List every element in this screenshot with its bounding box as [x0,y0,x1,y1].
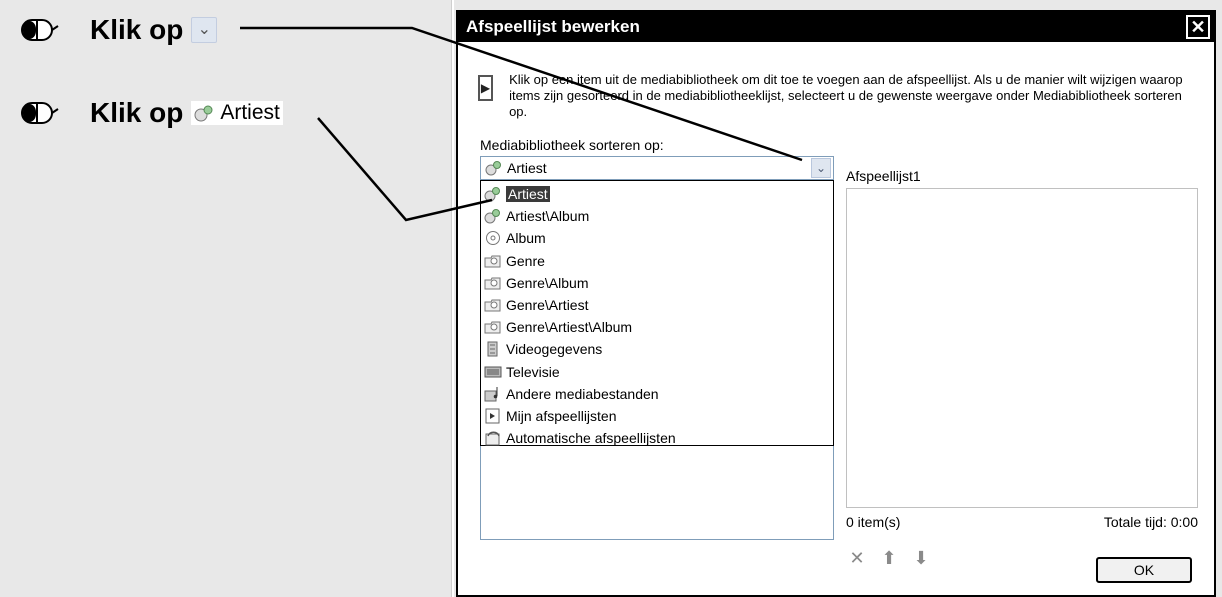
artist-icon [484,208,506,224]
dialog-body: ▶ Klik op een item uit de mediabibliothe… [458,42,1214,595]
instruction-step-2: Klik op Artiest [20,97,283,129]
genre-folder-icon [484,297,506,313]
sort-option-label: Videogegevens [506,341,603,358]
sort-option-label: Genre\Artiest\Album [506,319,633,336]
info-text: Klik op een item uit de mediabibliotheek… [509,72,1183,119]
sort-option[interactable]: Televisie [481,361,833,383]
sort-option-label: Andere mediabestanden [506,385,659,402]
inline-artist-label: Artiest [220,101,280,124]
sort-select-label: Artiest [507,160,547,176]
sort-option-label: Genre\Artiest [506,297,589,314]
sort-option-label: Genre\Album [506,274,589,291]
sort-select[interactable]: Artiest ⌄ [480,156,834,180]
sort-option-label: Genre [506,252,545,269]
sort-option[interactable]: Genre\Artiest\Album [481,316,833,338]
genre-folder-icon [484,275,506,291]
mouse-click-icon [21,19,59,41]
sort-option-label: Mijn afspeellijsten [506,407,617,424]
ok-button[interactable]: OK [1096,557,1192,583]
edit-playlist-dialog: Afspeellijst bewerken ✕ ▶ Klik op een it… [456,10,1216,597]
move-down-icon[interactable]: ⬇ [910,547,932,569]
instruction-panel: Klik op ⌄ Klik op Artiest [0,0,452,597]
playlist-icon [484,408,506,424]
media-files-icon [484,386,506,402]
sort-select-value: Artiest [481,160,811,176]
instruction-text: Klik op [90,14,184,45]
sort-option[interactable]: Genre\Artiest [481,294,833,316]
sort-option-label: Televisie [506,363,560,380]
remove-icon[interactable]: ✕ [846,547,868,569]
genre-folder-icon [484,253,506,269]
close-button[interactable]: ✕ [1186,15,1210,39]
sort-option[interactable]: Mijn afspeellijsten [481,405,833,427]
sort-option[interactable]: Album [481,227,833,249]
sort-option-label: Artiest [506,186,550,203]
instruction-text: Klik op [90,97,184,128]
inline-artist-item: Artiest [191,101,283,125]
playlist-tools: ✕ ⬆ ⬇ [846,547,932,569]
playlist-items[interactable] [846,188,1198,508]
panel-divider [451,0,454,597]
sort-option[interactable]: Videogegevens [481,338,833,360]
sort-options-list: Artiest Artiest\Album Album Genre Genre\Albu… [480,180,834,446]
library-list[interactable] [480,446,834,540]
sort-option[interactable]: Artiest [481,183,833,205]
play-info-icon: ▶ [478,75,494,101]
playlist-name: Afspeellijst1 [846,168,921,184]
sort-option-label: Automatische afspeellijsten [506,430,676,447]
genre-folder-icon [484,319,506,335]
cd-icon [484,230,506,246]
sort-option[interactable]: Andere mediabestanden [481,383,833,405]
info-section: ▶ Klik op een item uit de mediabibliothe… [478,72,1200,120]
mouse-click-icon [21,102,59,124]
move-up-icon[interactable]: ⬆ [878,547,900,569]
chevron-down-icon[interactable]: ⌄ [811,158,831,178]
inline-dropdown-arrow-icon: ⌄ [191,17,218,43]
artist-icon [484,186,506,202]
sort-option-label: Artiest\Album [506,208,590,225]
tv-icon [484,364,506,380]
artist-icon [194,105,213,122]
video-icon [484,341,506,357]
dialog-title: Afspeellijst bewerken [466,17,640,36]
artist-icon [485,161,501,176]
sort-option[interactable]: Genre\Album [481,272,833,294]
instruction-step-1: Klik op ⌄ [20,14,218,46]
dialog-titlebar: Afspeellijst bewerken ✕ [458,12,1214,42]
total-time: Totale tijd: 0:00 [1103,514,1198,530]
sort-label: Mediabibliotheek sorteren op: [480,137,664,153]
auto-playlist-icon [484,430,506,446]
sort-option-label: Album [506,230,546,247]
sort-option[interactable]: Genre [481,250,833,272]
sort-option[interactable]: Artiest\Album [481,205,833,227]
item-count: 0 item(s) [846,514,901,530]
